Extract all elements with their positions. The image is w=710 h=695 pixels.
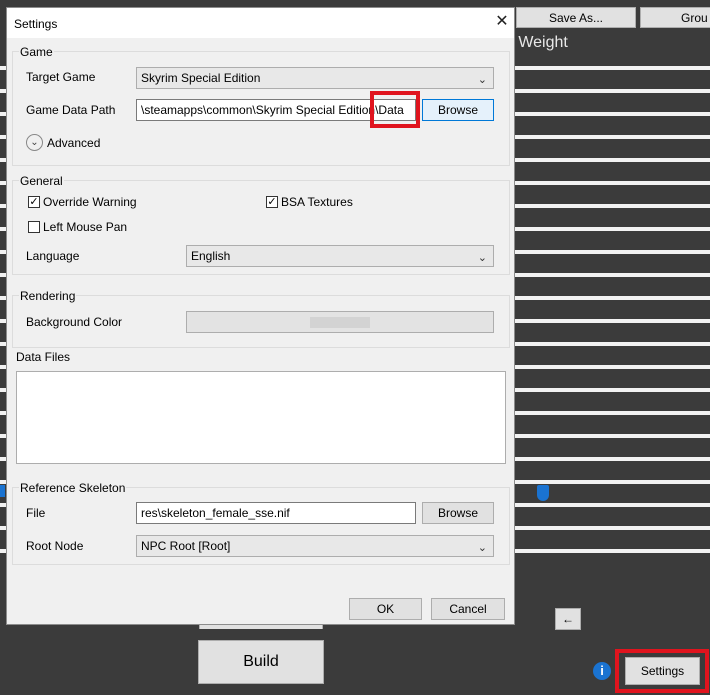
root-node-label: Root Node	[26, 539, 84, 553]
background-slider-track	[515, 112, 710, 116]
left-mouse-pan-checkbox[interactable]	[28, 221, 40, 233]
background-slider-track	[515, 158, 710, 162]
save-as-button[interactable]: Save As...	[516, 7, 636, 28]
background-slider-track	[515, 457, 710, 461]
dialog-title: Settings	[14, 17, 58, 31]
background-slider-track	[515, 181, 710, 185]
background-slider-track	[515, 388, 710, 392]
background-slider-track	[515, 273, 710, 277]
game-group-label: Game	[19, 45, 54, 59]
build-button[interactable]: Build	[198, 640, 324, 684]
rendering-group-label: Rendering	[19, 289, 77, 303]
background-slider-track	[515, 204, 710, 208]
background-slider-track	[515, 319, 710, 323]
slider-thumb[interactable]	[537, 485, 549, 501]
advanced-label[interactable]: Advanced	[47, 136, 100, 150]
slider-thumb-left[interactable]	[0, 485, 5, 497]
data-files-list[interactable]	[16, 371, 506, 464]
language-select[interactable]: English ⌄	[186, 245, 494, 267]
advanced-expand-icon[interactable]: ⌄	[26, 134, 43, 151]
chevron-down-icon: ⌄	[477, 542, 487, 554]
background-slider-track	[515, 227, 710, 231]
language-label: Language	[26, 249, 80, 263]
target-game-label: Target Game	[26, 70, 96, 84]
background-color-button[interactable]	[186, 311, 494, 333]
override-warning-checkbox[interactable]: ✓	[28, 196, 40, 208]
background-slider-track	[515, 434, 710, 438]
background-slider-track	[515, 342, 710, 346]
dialog-titlebar: Settings ✕	[7, 8, 514, 38]
background-slider-track	[515, 526, 710, 530]
bsa-textures-checkbox[interactable]: ✓	[266, 196, 278, 208]
chevron-down-icon: ⌄	[477, 252, 487, 264]
highlight-settings	[615, 649, 709, 693]
game-data-path-label: Game Data Path	[26, 103, 116, 117]
cancel-button[interactable]: Cancel	[431, 598, 505, 620]
background-slider-track	[515, 503, 710, 507]
skeleton-browse-button[interactable]: Browse	[422, 502, 494, 524]
highlight-data-path	[370, 91, 420, 128]
data-files-group-label: Data Files	[15, 350, 72, 364]
background-slider-track	[515, 296, 710, 300]
ok-button[interactable]: OK	[349, 598, 422, 620]
settings-dialog: Settings ✕ Game Target Game Skyrim Speci…	[6, 7, 515, 625]
background-slider-track	[515, 89, 710, 93]
reference-skeleton-group-label: Reference Skeleton	[19, 481, 127, 495]
background-slider-track	[515, 66, 710, 70]
left-mouse-pan-label[interactable]: Left Mouse Pan	[43, 220, 127, 234]
info-icon[interactable]: i	[593, 662, 611, 680]
background-slider-track	[515, 411, 710, 415]
close-icon[interactable]: ✕	[493, 13, 511, 31]
general-group-label: General	[19, 174, 64, 188]
arrow-button[interactable]: ←	[555, 608, 581, 630]
chevron-down-icon: ⌄	[477, 74, 487, 86]
background-slider-track	[515, 365, 710, 369]
background-slider-track	[515, 549, 710, 553]
target-game-select[interactable]: Skyrim Special Edition ⌄	[136, 67, 494, 89]
override-warning-label[interactable]: Override Warning	[43, 195, 137, 209]
file-label: File	[26, 506, 46, 520]
background-slider-track	[515, 135, 710, 139]
group-button[interactable]: Grou	[640, 7, 710, 28]
bsa-textures-label[interactable]: BSA Textures	[281, 195, 353, 209]
root-node-select[interactable]: NPC Root [Root] ⌄	[136, 535, 494, 557]
skeleton-file-input[interactable]: res\skeleton_female_sse.nif	[136, 502, 416, 524]
game-browse-button[interactable]: Browse	[422, 99, 494, 121]
background-color-label: Background Color	[26, 315, 123, 329]
background-slider-track	[515, 250, 710, 254]
color-swatch	[310, 317, 370, 328]
background-slider-track	[515, 480, 710, 484]
